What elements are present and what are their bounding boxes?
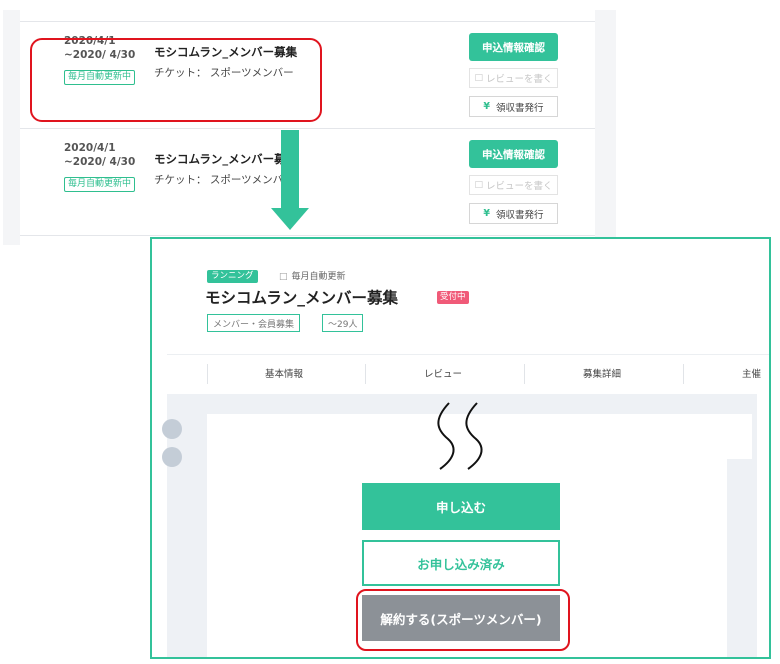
write-review-label: レビューを書く: [486, 74, 553, 85]
yen-icon: ¥: [483, 101, 491, 112]
apply-button[interactable]: 申し込む: [362, 483, 560, 530]
avatar-placeholder: [162, 419, 182, 439]
avatar-placeholder: [162, 447, 182, 467]
comment-icon: □: [474, 180, 483, 190]
issue-receipt-label: 領収書発行: [496, 209, 544, 221]
write-review-label: レビューを書く: [486, 181, 553, 192]
view-application-label: 申込情報確認: [482, 41, 545, 54]
ticket-label: チケット： スポーツメンバー: [154, 174, 294, 186]
tab-separator: [524, 364, 525, 384]
tab-recruit-details[interactable]: 募集詳細: [583, 366, 621, 380]
event-title[interactable]: モシコムラン_メンバー募集: [154, 151, 297, 167]
tab-divider: [167, 354, 769, 355]
yen-icon: ¥: [483, 208, 491, 219]
highlight-frame-row: [30, 38, 322, 122]
tab-basic-info[interactable]: 基本情報: [265, 366, 303, 380]
view-application-button[interactable]: 申込情報確認: [469, 33, 558, 61]
tab-separator: [683, 364, 684, 384]
arrow-down-icon: [281, 130, 299, 210]
tab-separator: [207, 364, 208, 384]
event-date: 2020/4/1 ~2020/ 4/30: [64, 142, 136, 168]
applied-button[interactable]: お申し込み済み: [362, 540, 560, 586]
page-title: モシコムラン_メンバー募集: [205, 289, 398, 307]
tab-review[interactable]: レビュー: [424, 366, 462, 380]
highlight-frame-cancel: [356, 589, 570, 651]
comment-icon: □: [474, 73, 483, 83]
arrow-down-head-icon: [271, 208, 309, 230]
apply-label: 申し込む: [435, 500, 486, 515]
view-application-button[interactable]: 申込情報確認: [469, 140, 558, 168]
tag-capacity: ～29人: [322, 314, 364, 332]
applied-label: お申し込み済み: [417, 556, 505, 572]
auto-renew-badge: 毎月自動更新中: [64, 177, 136, 192]
tag-member-recruit[interactable]: メンバー・会員募集: [207, 314, 301, 332]
view-application-label: 申込情報確認: [482, 148, 545, 161]
monthly-renew-text: 毎月自動更新: [291, 272, 346, 282]
category-badge: ランニング: [207, 270, 258, 283]
issue-receipt-button[interactable]: ¥ 領収書発行: [469, 203, 558, 224]
status-badge: 受付中: [437, 291, 469, 304]
write-review-button[interactable]: □ レビューを書く: [469, 175, 558, 195]
issue-receipt-button[interactable]: ¥ 領収書発行: [469, 96, 558, 117]
issue-receipt-label: 領収書発行: [496, 102, 544, 114]
calendar-icon: □: [279, 272, 288, 282]
tab-organizer[interactable]: 主催: [742, 366, 761, 380]
monthly-renew-label: □ 毎月自動更新: [279, 269, 346, 282]
tab-separator: [365, 364, 366, 384]
omission-mark-icon: [437, 402, 483, 470]
write-review-button[interactable]: □ レビューを書く: [469, 68, 558, 88]
